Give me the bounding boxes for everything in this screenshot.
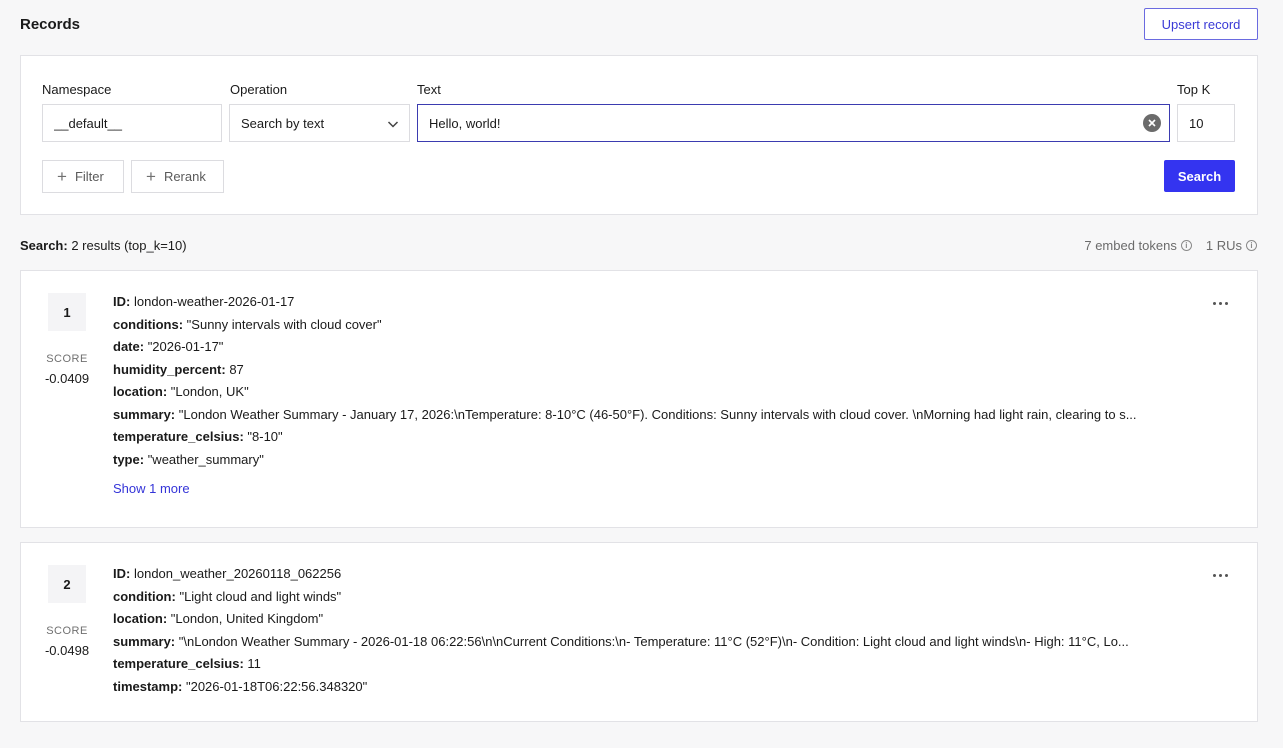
plus-icon: + bbox=[57, 167, 67, 186]
record-field: temperature_celsius: "8-10" bbox=[113, 429, 283, 444]
page-title: Records bbox=[20, 16, 81, 33]
result-rank: 1 bbox=[48, 293, 86, 331]
topk-input[interactable] bbox=[1189, 115, 1223, 131]
info-icon[interactable]: i bbox=[1246, 240, 1257, 251]
record-fields: ID: london_weather_20260118_062256 condi… bbox=[113, 565, 1193, 700]
record-field: condition: "Light cloud and light winds" bbox=[113, 588, 342, 604]
record-field: summary: "\nLondon Weather Summary - 202… bbox=[113, 633, 1129, 649]
plus-icon: + bbox=[146, 167, 156, 186]
record-fields: ID: london-weather-2026-01-17 conditions… bbox=[113, 293, 1193, 496]
record-field: ID: london_weather_20260118_062256 bbox=[113, 566, 342, 581]
upsert-record-button[interactable]: Upsert record bbox=[1144, 8, 1258, 40]
chevron-down-icon bbox=[387, 121, 399, 128]
add-rerank-button[interactable]: + Rerank bbox=[131, 160, 224, 193]
read-units-label: 1 RUs bbox=[1205, 238, 1242, 253]
record-field: location: "London, UK" bbox=[113, 384, 249, 399]
filter-label: Filter bbox=[74, 169, 104, 184]
record-field: location: "London, United Kingdom" bbox=[113, 611, 324, 626]
namespace-label: Namespace bbox=[42, 82, 112, 97]
text-field[interactable] bbox=[417, 104, 1170, 142]
score-label: SCORE bbox=[46, 625, 88, 637]
read-units: 1 RUs i bbox=[1206, 238, 1257, 253]
search-summary-prefix: Search: bbox=[20, 238, 68, 253]
result-card: 2 SCORE -0.0498 ID: london_weather_20260… bbox=[20, 542, 1258, 722]
topk-field[interactable] bbox=[1177, 104, 1235, 142]
namespace-input[interactable] bbox=[54, 115, 210, 131]
score-value: -0.0498 bbox=[44, 643, 90, 658]
record-field: temperature_celsius: 11 bbox=[113, 656, 261, 671]
search-button[interactable]: Search bbox=[1164, 160, 1235, 192]
search-summary: Search: 2 results (top_k=10) bbox=[20, 238, 187, 253]
record-field: type: "weather_summary" bbox=[113, 451, 264, 467]
more-options-icon[interactable] bbox=[1211, 295, 1229, 311]
operation-selected-value: Search by text bbox=[241, 115, 325, 131]
result-rank: 2 bbox=[48, 565, 86, 603]
text-input[interactable] bbox=[429, 115, 1158, 131]
search-panel: Namespace Operation Search by text Text … bbox=[20, 55, 1258, 215]
embed-tokens-label: 7 embed tokens bbox=[1084, 238, 1177, 253]
add-filter-button[interactable]: + Filter bbox=[42, 160, 124, 193]
operation-select[interactable]: Search by text bbox=[229, 104, 410, 142]
record-field: conditions: "Sunny intervals with cloud … bbox=[113, 316, 382, 332]
result-card: 1 SCORE -0.0409 ID: london-weather-2026-… bbox=[20, 270, 1258, 528]
clear-text-icon[interactable] bbox=[1143, 114, 1161, 132]
namespace-field[interactable] bbox=[42, 104, 222, 142]
usage-meta: 7 embed tokens i 1 RUs i bbox=[1084, 238, 1257, 253]
more-options-icon[interactable] bbox=[1211, 567, 1229, 583]
record-field: ID: london-weather-2026-01-17 bbox=[113, 294, 295, 309]
info-icon[interactable]: i bbox=[1180, 240, 1192, 251]
text-label: Text bbox=[417, 82, 441, 97]
rerank-label: Rerank bbox=[163, 169, 206, 184]
record-field: humidity_percent: 87 bbox=[113, 361, 244, 377]
score-value: -0.0409 bbox=[44, 371, 90, 386]
record-field: date: "2026-01-17" bbox=[113, 339, 224, 354]
score-label: SCORE bbox=[46, 353, 88, 365]
embed-tokens: 7 embed tokens i bbox=[1084, 238, 1192, 253]
show-more-link[interactable]: Show 1 more bbox=[113, 481, 1193, 496]
record-field: timestamp: "2026-01-18T06:22:56.348320" bbox=[113, 678, 368, 694]
operation-label: Operation bbox=[230, 82, 288, 97]
topk-label: Top K bbox=[1177, 82, 1211, 97]
search-summary-text: 2 results (top_k=10) bbox=[71, 238, 187, 253]
record-field: summary: "London Weather Summary - Janua… bbox=[113, 406, 1137, 422]
